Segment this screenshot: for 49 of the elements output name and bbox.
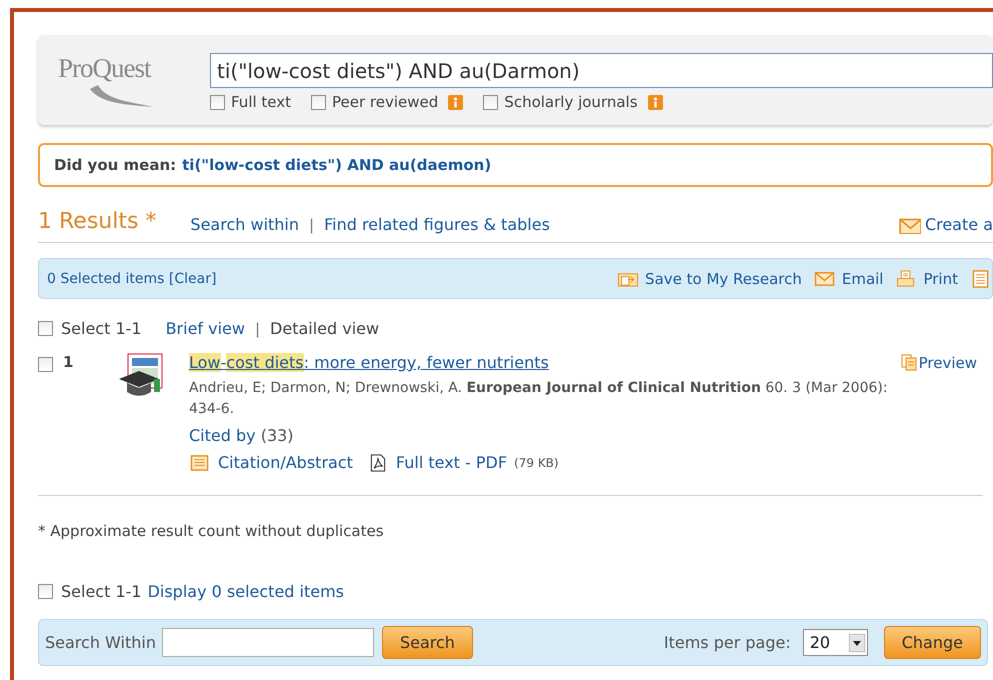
items-per-page-select[interactable]: 20 [802, 629, 868, 656]
display-selected-link[interactable]: Display 0 selected items [148, 582, 344, 601]
action-link[interactable]: Print [923, 270, 958, 288]
footnote: * Approximate result count without duplicates [38, 522, 385, 540]
selection-status: 0 Selected items [Clear] [47, 270, 216, 286]
results-count: 1 Results * [38, 209, 156, 234]
checkbox[interactable] [210, 94, 225, 110]
suggestion-link[interactable]: ti("low-cost diets") AND au(daemon) [182, 156, 492, 174]
results-link[interactable]: Search within [190, 215, 300, 234]
search-field[interactable]: ti("low-cost diets") AND au(Darmon) [210, 53, 993, 88]
checkbox-label[interactable]: Full text [231, 93, 292, 111]
view-option[interactable]: Detailed view [270, 319, 380, 338]
search-within-label: Search Within [45, 633, 156, 652]
checkbox[interactable] [483, 94, 498, 110]
envelope-icon [814, 270, 836, 288]
abstract-link[interactable]: Citation/Abstract [218, 453, 353, 472]
checkbox[interactable] [38, 321, 53, 336]
search-within-field[interactable] [162, 628, 374, 657]
view-link[interactable]: Brief view [166, 319, 245, 338]
envelope-icon [898, 216, 921, 234]
action-link[interactable]: Save to My Research [645, 270, 802, 288]
pdf-link[interactable]: Full text - PDF [396, 453, 508, 472]
checkbox-label[interactable]: Peer reviewed [332, 93, 438, 111]
cited-count: (33) [260, 426, 294, 445]
search-button[interactable]: Search [382, 626, 473, 659]
preview-icon [900, 354, 917, 371]
file-size: (79 KB) [514, 456, 559, 470]
checkbox[interactable] [311, 94, 326, 110]
items-per-page-label: Items per page: [664, 633, 791, 652]
select-all-label[interactable]: Select 1-1 [61, 319, 142, 338]
separator: | [254, 320, 260, 338]
action-link[interactable]: Email [842, 270, 884, 288]
change-button[interactable]: Change [884, 626, 981, 659]
result-number: 1 [63, 353, 74, 371]
dropdown-arrow-icon [848, 634, 865, 652]
suggestion-label: Did you mean: [54, 156, 176, 174]
citation: Andrieu, E; Darmon, N; Drewnowski, A. European Journal of Clinical Nutrition 60. 3 (Mar 2006): 434-6. [189, 379, 889, 419]
article-title-link[interactable]: Low-cost diets: more energy, fewer nutrients [189, 353, 549, 372]
checkbox-label[interactable]: Scholarly journals [504, 93, 638, 111]
cited-by-link[interactable]: Cited by [189, 426, 256, 445]
document-icon [189, 454, 211, 472]
logo: ProQuest [58, 53, 150, 83]
select-all-label[interactable]: Select 1-1 [61, 582, 142, 601]
preview-link[interactable]: Preview [918, 354, 977, 372]
create-alert-link[interactable]: Create a [924, 215, 993, 234]
results-link[interactable]: Find related figures & tables [324, 215, 550, 234]
checkbox[interactable] [38, 357, 53, 372]
separator: | [309, 216, 314, 234]
checkbox[interactable] [38, 584, 53, 599]
